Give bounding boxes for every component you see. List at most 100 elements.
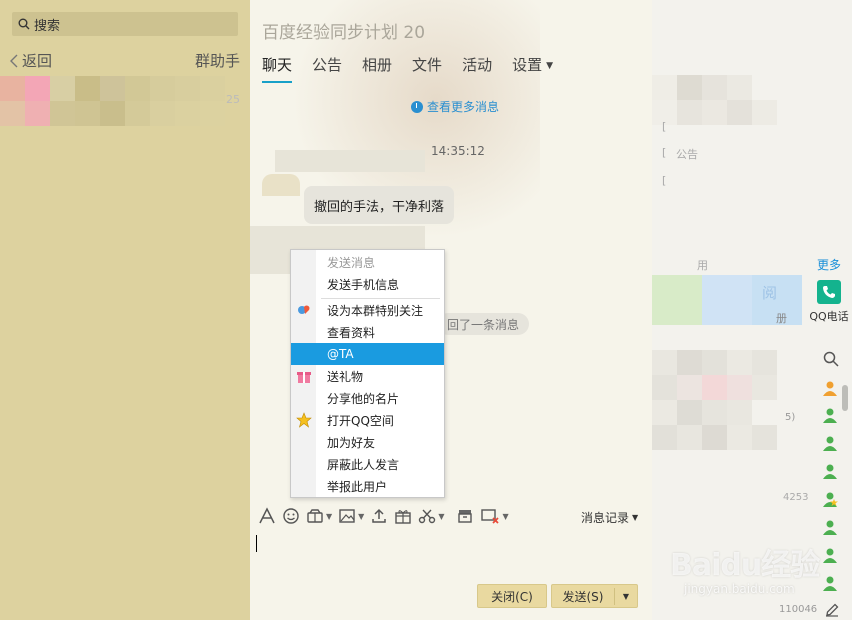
search-placeholder: 搜索 — [34, 18, 61, 34]
send-options-dropdown[interactable]: ▼ — [615, 592, 637, 601]
font-icon — [259, 507, 275, 524]
context-menu: 发送消息 发送手机信息 设为本群特别关注 查看资料 @TA 送礼物 分享他的名片… — [290, 249, 445, 498]
menu-item-label: 打开QQ空间 — [327, 413, 394, 428]
message-bubble[interactable]: 撤回的手法，干净利落 — [304, 186, 455, 224]
composer-toolbar: ▼ ▼ ▼ ▼ — [258, 505, 509, 527]
blurred-notice-area — [652, 75, 802, 255]
dropdown-caret: ▼ — [438, 511, 445, 521]
search-icon — [18, 18, 30, 30]
menu-item-label: 屏蔽此人发言 — [327, 457, 400, 472]
back-row: 返回 群助手 — [10, 50, 240, 71]
menu-item-label: 发送消息 — [327, 255, 376, 270]
font-button[interactable] — [258, 505, 276, 527]
search-input[interactable]: 搜索 — [12, 12, 238, 36]
image-button[interactable]: ▼ — [338, 505, 364, 527]
shake-button[interactable]: ▼ — [480, 505, 509, 527]
member-icon — [823, 548, 837, 563]
tab-album[interactable]: 相册 — [362, 54, 392, 83]
member-admin-icon — [823, 381, 837, 396]
member-id-fragment: 110046 — [779, 604, 818, 615]
member-icon — [823, 408, 837, 423]
message-history-button[interactable]: 消息记录 ▼ — [581, 509, 638, 526]
star-icon — [296, 412, 312, 428]
pencil-icon — [826, 603, 839, 617]
member-id-fragment: 5) — [785, 412, 796, 423]
send-button[interactable]: 发送(S) ▼ — [551, 584, 638, 608]
menu-item-add-friend[interactable]: 加为好友 — [291, 431, 444, 453]
tab-settings[interactable]: 设置 ▼ — [512, 54, 553, 83]
menu-item-label: 查看资料 — [327, 325, 376, 340]
chat-tabs: 聊天 公告 相册 文件 活动 设置 ▼ — [262, 54, 573, 83]
qq-phone-button[interactable]: QQ电话 — [806, 280, 852, 324]
menu-item-send-sms[interactable]: 发送手机信息 — [291, 273, 444, 295]
message-timestamp: 14:35:12 — [431, 144, 485, 158]
member-icon — [823, 464, 837, 479]
chevron-left-icon — [10, 54, 18, 67]
tab-activity[interactable]: 活动 — [462, 54, 492, 83]
recall-notice-text: 回了一条消息 — [447, 317, 520, 332]
recall-notice: 回了一条消息 — [437, 313, 530, 335]
dropdown-caret: ▼ — [502, 511, 509, 521]
menu-item-send-gift[interactable]: 送礼物 — [291, 365, 444, 387]
smiley-icon — [283, 508, 299, 524]
upload-button[interactable] — [370, 505, 388, 527]
member-icon — [823, 436, 837, 451]
back-button[interactable]: 返回 — [10, 50, 52, 71]
menu-item-at-ta[interactable]: @TA — [291, 343, 444, 365]
tab-notice[interactable]: 公告 — [312, 54, 342, 83]
tab-chat[interactable]: 聊天 — [262, 54, 293, 83]
group-assistant-label[interactable]: 群助手 — [195, 50, 240, 71]
back-label: 返回 — [22, 52, 53, 70]
menu-item-open-qzone[interactable]: 打开QQ空间 — [291, 409, 444, 431]
gift-icon — [297, 372, 311, 383]
member-list-scrollbar[interactable] — [842, 385, 848, 411]
chevron-down-icon: ▼ — [632, 513, 639, 522]
tab-files-label: 文件 — [412, 56, 443, 74]
archive-button[interactable] — [456, 505, 474, 527]
search-icon — [823, 351, 839, 367]
menu-item-send-message[interactable]: 发送消息 — [291, 251, 444, 273]
phone-icon — [817, 280, 841, 304]
special-follow-icon — [298, 305, 310, 314]
upload-icon — [372, 508, 387, 523]
conversation-item-blurred[interactable] — [0, 76, 250, 138]
menu-item-share-card[interactable]: 分享他的名片 — [291, 387, 444, 409]
member-icon — [823, 576, 837, 591]
scissors-icon — [419, 509, 436, 524]
menu-item-block-speech[interactable]: 屏蔽此人发言 — [291, 453, 444, 475]
member-search-button[interactable] — [823, 351, 839, 370]
blurred-bracket: [ — [662, 120, 667, 133]
screen-shake-icon — [481, 509, 500, 524]
menu-item-report-user[interactable]: 举报此用户 — [291, 475, 444, 497]
avatar[interactable] — [262, 174, 300, 196]
qq-phone-label: QQ电话 — [809, 310, 849, 323]
edit-button[interactable] — [825, 603, 839, 620]
menu-item-label: 举报此用户 — [327, 479, 388, 494]
menu-item-label: 分享他的名片 — [327, 391, 400, 406]
sticker-icon — [307, 509, 323, 523]
menu-item-label: 送礼物 — [327, 369, 364, 384]
close-button[interactable]: 关闭(C) — [477, 584, 547, 608]
tab-notice-label: 公告 — [312, 56, 343, 74]
gift-button[interactable] — [394, 505, 412, 527]
close-button-label: 关闭(C) — [491, 589, 533, 604]
send-button-label: 发送(S) — [552, 587, 615, 605]
message-input[interactable] — [255, 530, 645, 580]
sticker-button[interactable]: ▼ — [306, 505, 332, 527]
more-messages-link[interactable]: 查看更多消息 — [411, 98, 499, 115]
image-icon — [339, 509, 355, 523]
screenshot-button[interactable]: ▼ — [418, 505, 444, 527]
more-link[interactable]: 更多 — [817, 256, 841, 273]
clock-icon — [411, 100, 423, 113]
tab-album-label: 相册 — [362, 56, 393, 74]
emoji-button[interactable] — [282, 505, 300, 527]
menu-item-view-profile[interactable]: 查看资料 — [291, 321, 444, 343]
menu-item-label: 发送手机信息 — [327, 277, 400, 292]
menu-item-special-follow[interactable]: 设为本群特别关注 — [291, 299, 444, 321]
tab-activity-label: 活动 — [462, 56, 493, 74]
archive-icon — [458, 510, 473, 523]
blurred-bracket: [ — [662, 174, 667, 187]
tab-files[interactable]: 文件 — [412, 54, 442, 83]
blurred-app-caption: 册 — [776, 312, 787, 325]
menu-item-label: 加为好友 — [327, 435, 376, 450]
